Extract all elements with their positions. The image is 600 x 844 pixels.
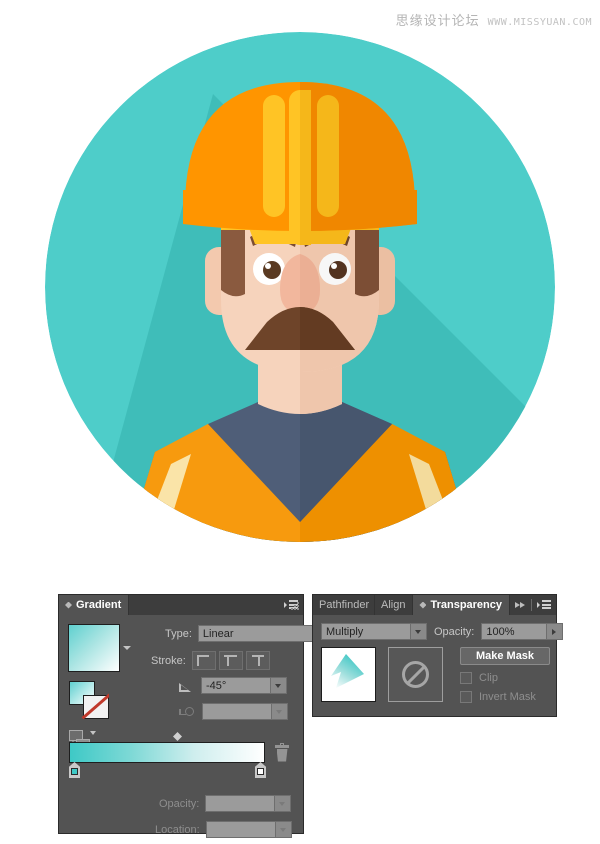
gradient-location-input[interactable] — [206, 821, 292, 838]
eye-right-glint — [331, 263, 337, 269]
stroke-gradient-type-buttons[interactable] — [192, 651, 270, 670]
transparency-tabbar-controls — [510, 595, 556, 615]
no-mask-icon — [402, 661, 429, 688]
gradient-stop-end[interactable] — [255, 762, 266, 778]
stroke-along-button[interactable] — [219, 651, 243, 670]
gradient-tabbar-spacer — [129, 595, 279, 615]
stroke-across-button[interactable] — [246, 651, 270, 670]
gradient-location-label: Location: — [155, 824, 200, 836]
eye-left-glint — [265, 263, 271, 269]
tab-transparency-label: Transparency — [430, 599, 502, 611]
helmet-ridge-left — [263, 95, 285, 217]
eye-left-iris — [263, 261, 281, 279]
blend-mode-select[interactable]: Multiply — [321, 623, 427, 640]
chevron-down-icon[interactable] — [271, 704, 287, 719]
gradient-type-value: Linear — [199, 626, 313, 641]
chevron-down-icon[interactable] — [274, 796, 290, 811]
opacity-flyout-icon[interactable] — [546, 624, 562, 639]
gradient-stop-start[interactable] — [69, 762, 80, 778]
transparency-opacity-value: 100% — [482, 624, 546, 639]
gradient-angle-input[interactable]: -45° — [201, 677, 287, 694]
panel-grip-diamond-icon — [419, 602, 426, 609]
gradient-preview-swatch[interactable] — [68, 624, 120, 672]
gradient-opacity-row: Opacity: — [159, 795, 291, 812]
clip-checkbox[interactable] — [460, 672, 472, 684]
gradient-aspect-row — [179, 703, 288, 720]
transparency-panel-menu-icon[interactable] — [537, 600, 551, 610]
transparency-panel-tabbar: Pathfinder Align Transparency — [313, 595, 556, 615]
gradient-angle-row: -45° — [179, 677, 287, 694]
gradient-aspect-value — [203, 704, 271, 719]
gradient-angle-value: -45° — [202, 678, 270, 693]
delete-stop-icon[interactable] — [275, 745, 289, 762]
tab-gradient[interactable]: Gradient — [59, 595, 129, 615]
gradient-type-select[interactable]: Linear — [198, 625, 330, 642]
gradient-opacity-input[interactable] — [205, 795, 291, 812]
worker-avatar-illustration — [45, 32, 555, 542]
chevron-down-icon[interactable] — [270, 678, 286, 693]
make-mask-button[interactable]: Make Mask — [460, 647, 550, 665]
collapse-panel-icon[interactable] — [515, 601, 526, 610]
chevron-down-icon[interactable] — [275, 822, 291, 837]
tab-align-label: Align — [381, 599, 405, 611]
gradient-type-label: Type: — [165, 628, 192, 640]
gradient-ramp[interactable] — [69, 742, 265, 763]
watermark: 思缘设计论坛 WWW.MISSYUAN.COM — [396, 10, 592, 29]
eye-right-iris — [329, 261, 347, 279]
gradient-midpoint-handle[interactable] — [173, 732, 182, 741]
gradient-stroke-label: Stroke: — [151, 655, 186, 667]
clip-checkbox-row[interactable]: Clip — [460, 672, 550, 684]
tab-pathfinder[interactable]: Pathfinder — [313, 595, 375, 615]
transparency-thumbnails — [321, 647, 443, 702]
panel-grip-diamond-icon — [65, 602, 72, 609]
tab-gradient-label: Gradient — [76, 599, 121, 611]
helmet-ridge-center-shadow — [300, 90, 311, 245]
gradient-panel[interactable]: Gradient Type: Linear — [58, 594, 304, 834]
transparency-opacity-label: Opacity: — [434, 626, 474, 638]
gradient-opacity-label: Opacity: — [159, 798, 199, 810]
mask-thumbnail-empty[interactable] — [388, 647, 443, 702]
watermark-site-name: 思缘设计论坛 — [396, 10, 480, 29]
gradient-location-row: Location: — [155, 821, 292, 838]
gradient-aspect-input[interactable] — [202, 703, 288, 720]
helmet-ridge-right — [317, 95, 339, 217]
blend-mode-value: Multiply — [322, 624, 410, 639]
gradient-panel-resize-grip[interactable] — [290, 602, 300, 612]
angle-icon — [179, 680, 193, 692]
tab-transparency[interactable]: Transparency — [413, 595, 510, 615]
gradient-location-value — [207, 822, 275, 837]
gradient-panel-tabbar: Gradient — [59, 595, 303, 615]
gradient-stroke-row: Stroke: — [151, 651, 270, 670]
gradient-preview-dropdown-caret-icon[interactable] — [123, 646, 131, 650]
clip-label: Clip — [479, 672, 498, 684]
transparency-mask-controls: Make Mask Clip Invert Mask — [460, 647, 550, 703]
invert-mask-checkbox-row[interactable]: Invert Mask — [460, 691, 550, 703]
tab-align[interactable]: Align — [375, 595, 413, 615]
transparency-opacity-input[interactable]: 100% — [481, 623, 563, 640]
transparency-top-row: Multiply Opacity: 100% — [321, 623, 563, 640]
gradient-slider[interactable] — [69, 732, 295, 778]
gradient-stop-color-chip — [71, 768, 78, 775]
fill-stroke-indicator[interactable] — [69, 681, 107, 719]
artwork-thumbnail[interactable] — [321, 647, 376, 702]
stroke-within-button[interactable] — [192, 651, 216, 670]
transparency-panel[interactable]: Pathfinder Align Transparency Multiply O… — [312, 594, 557, 717]
chevron-down-icon[interactable] — [410, 624, 426, 639]
no-stroke-slash-icon — [81, 693, 109, 719]
watermark-url: WWW.MISSYUAN.COM — [488, 17, 592, 28]
aspect-ratio-icon — [179, 706, 194, 718]
invert-mask-label: Invert Mask — [479, 691, 536, 703]
gradient-type-row: Type: Linear — [165, 625, 330, 642]
tab-pathfinder-label: Pathfinder — [319, 599, 369, 611]
invert-mask-checkbox[interactable] — [460, 691, 472, 703]
gradient-opacity-value — [206, 796, 274, 811]
gradient-stop-color-chip — [257, 768, 264, 775]
